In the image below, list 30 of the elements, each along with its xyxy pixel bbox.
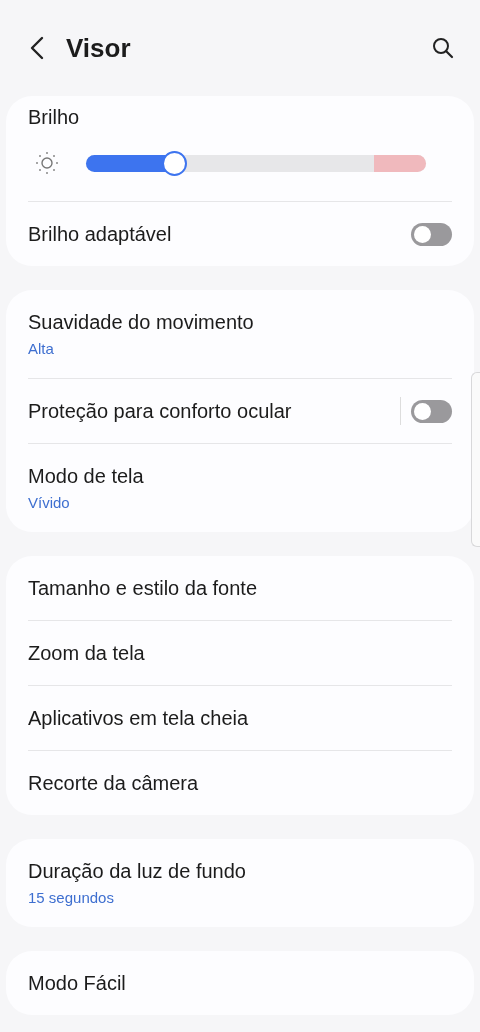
setting-label: Recorte da câmera xyxy=(28,771,200,795)
setting-label: Proteção para conforto ocular xyxy=(28,399,293,423)
setting-row[interactable]: Zoom da tela xyxy=(28,621,452,685)
setting-label: Duração da luz de fundo xyxy=(28,860,247,883)
setting-row[interactable]: Modo de tela Vívido xyxy=(28,444,452,532)
setting-label: Tamanho e estilo da fonte xyxy=(28,576,259,600)
setting-value: Alta xyxy=(28,340,55,357)
setting-label: Suavidade do movimento xyxy=(28,311,255,334)
setting-label: Modo Fácil xyxy=(28,971,127,995)
setting-label: Modo de tela xyxy=(28,465,145,488)
back-icon[interactable] xyxy=(30,36,44,60)
setting-label: Aplicativos em tela cheia xyxy=(28,706,250,730)
setting-value: Vívido xyxy=(28,494,71,511)
setting-label: Brilho adaptável xyxy=(28,222,173,246)
setting-value: 15 segundos xyxy=(28,889,115,906)
setting-row[interactable]: Brilho adaptável xyxy=(28,202,452,266)
setting-row[interactable]: Aplicativos em tela cheia xyxy=(28,686,452,750)
sun-icon xyxy=(35,151,59,175)
setting-row[interactable]: Suavidade do movimento Alta xyxy=(28,290,452,378)
toggle-switch[interactable] xyxy=(411,222,452,246)
setting-row[interactable]: Recorte da câmera xyxy=(28,751,452,815)
setting-row[interactable]: Tamanho e estilo da fonte xyxy=(28,556,452,620)
search-icon[interactable] xyxy=(432,37,454,59)
setting-row[interactable]: Duração da luz de fundo 15 segundos xyxy=(28,839,452,927)
setting-row[interactable]: Modo Fácil xyxy=(28,951,452,1015)
setting-row[interactable]: Proteção para conforto ocular xyxy=(28,379,452,443)
page-title: Visor xyxy=(66,32,132,64)
setting-label: Zoom da tela xyxy=(28,641,146,665)
toggle-switch[interactable] xyxy=(411,399,452,423)
setting-label: Brilho xyxy=(28,106,81,129)
